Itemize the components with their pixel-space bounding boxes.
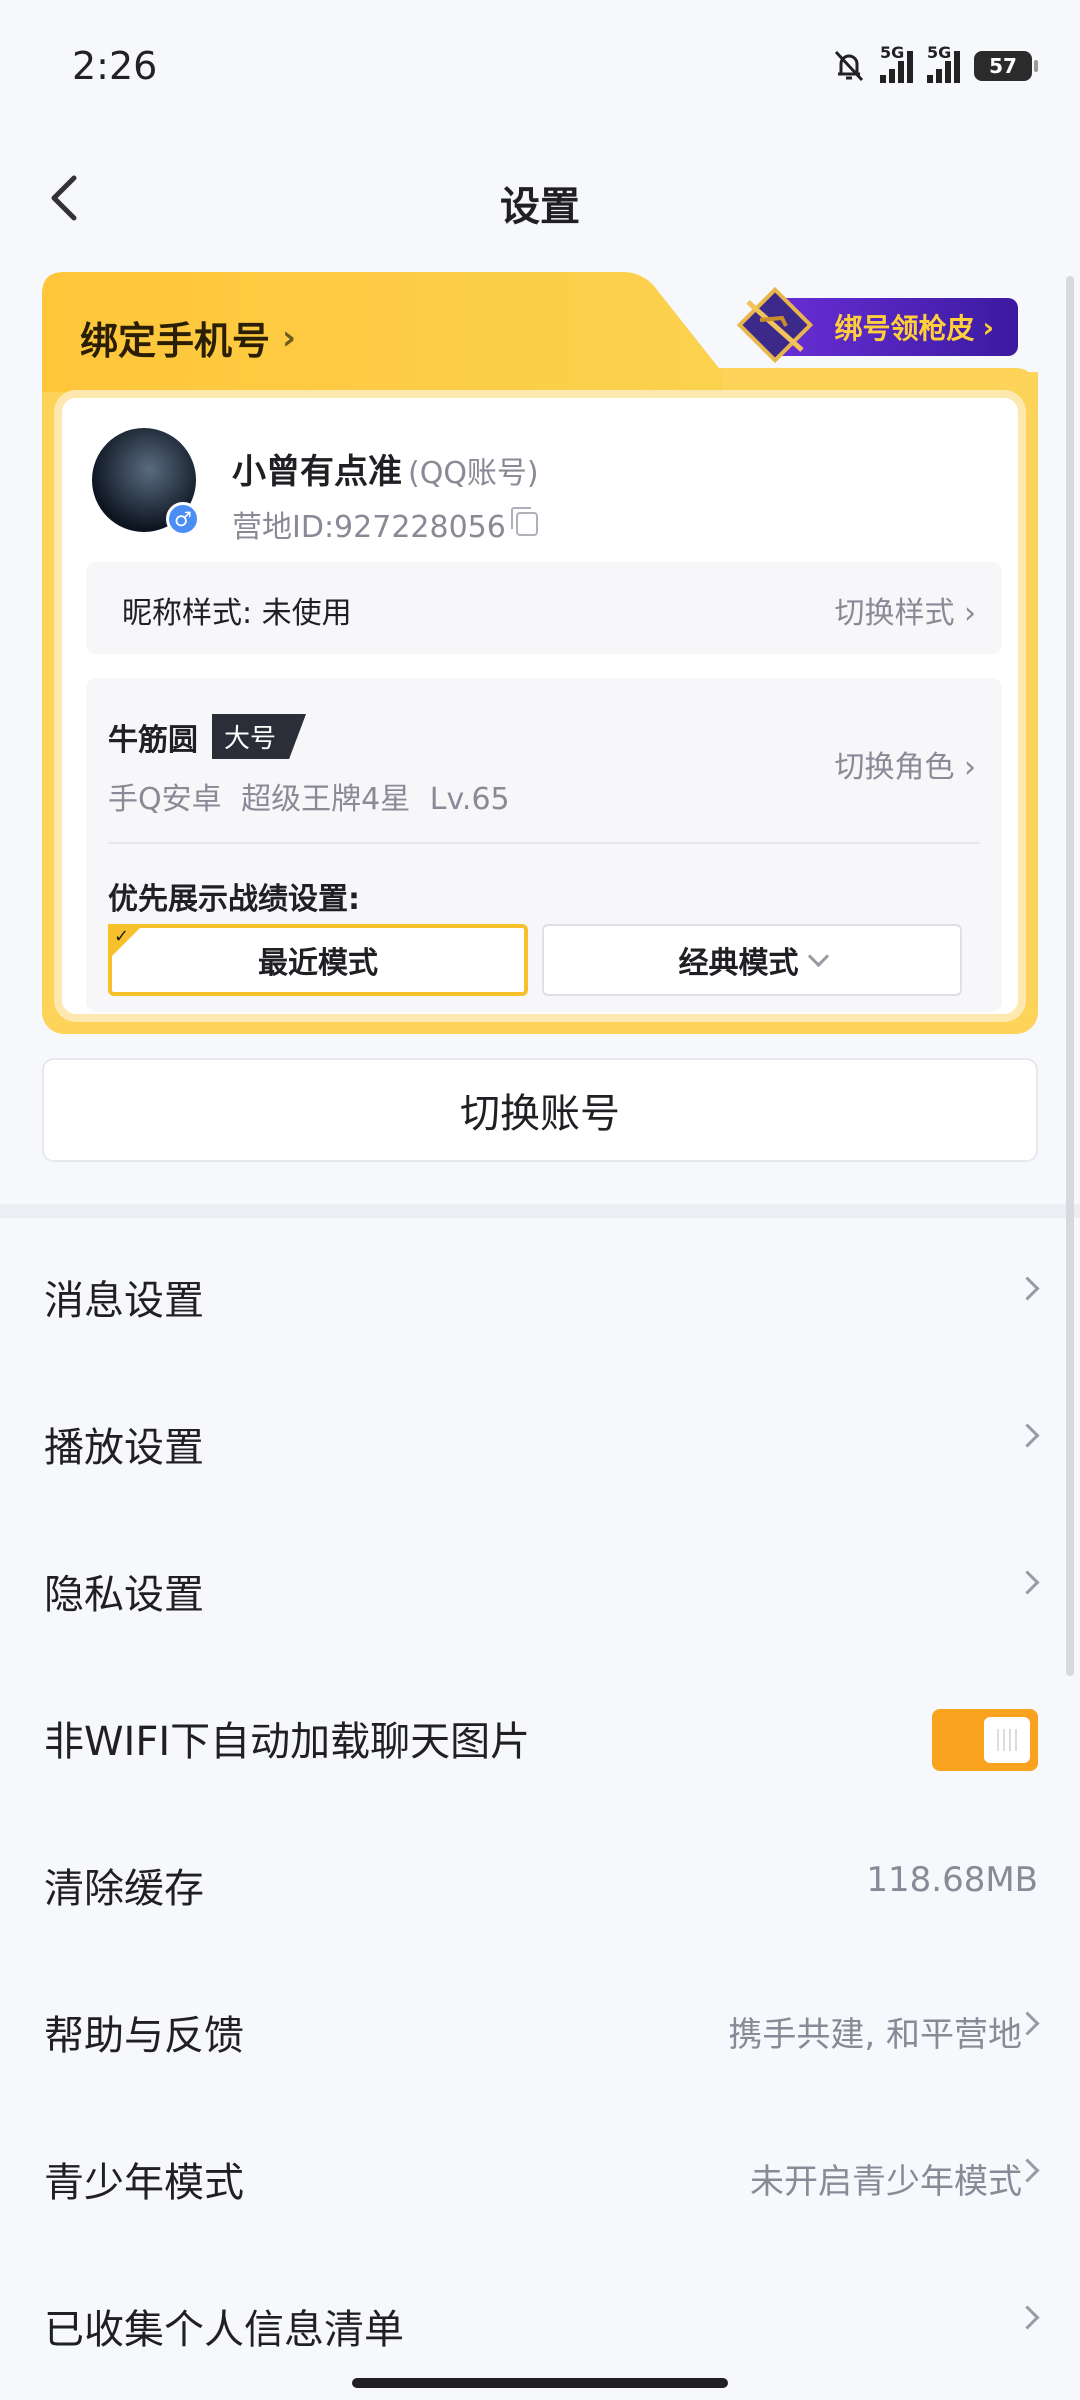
chevron-right-icon xyxy=(1015,1423,1040,1448)
signal-icon: 5G xyxy=(927,43,960,83)
chevron-down-icon xyxy=(807,945,829,967)
status-bar: 2:26 5G 5G 57 xyxy=(0,0,1080,140)
role-meta: 手Q安卓 超级王牌4星 Lv.65 xyxy=(108,782,510,817)
nav-bar: 设置 xyxy=(0,150,1080,250)
auto-load-toggle[interactable] xyxy=(932,1709,1038,1771)
settings-item-privacy[interactable]: 隐私设置 xyxy=(0,1512,1080,1659)
status-icons: 5G 5G 57 xyxy=(832,43,1038,88)
user-nickname: 小曾有点准 (QQ账号) xyxy=(232,452,539,492)
switch-style-link[interactable]: 切换样式 › xyxy=(834,588,976,632)
settings-item-personal-info-list[interactable]: 已收集个人信息清单 xyxy=(0,2247,1080,2394)
signal-icon: 5G xyxy=(880,43,913,83)
battery-icon: 57 xyxy=(974,51,1038,81)
chevron-right-icon: › xyxy=(982,310,994,344)
switch-role-link[interactable]: 切换角色 › xyxy=(834,742,976,786)
card-body: ♂ 小曾有点准 (QQ账号) 营地ID:927228056 昵称样式: 未使用 切… xyxy=(54,390,1026,1022)
check-icon: ✓ xyxy=(114,926,130,947)
toggle-knob xyxy=(984,1717,1030,1763)
settings-item-auto-load-images: 非WIFI下自动加载聊天图片 xyxy=(0,1659,1080,1806)
settings-item-clear-cache[interactable]: 清除缓存 118.68MB xyxy=(0,1806,1080,1953)
role-section: 牛筋圆 大号 手Q安卓 超级王牌4星 Lv.65 切换角色 › 优先展示战绩设置… xyxy=(86,678,1002,1012)
switch-account-button[interactable]: 切换账号 xyxy=(42,1058,1038,1162)
recent-mode-button[interactable]: ✓ 最近模式 xyxy=(108,924,528,996)
scrollbar[interactable] xyxy=(1066,276,1074,1676)
section-separator xyxy=(0,1204,1080,1218)
settings-item-message[interactable]: 消息设置 xyxy=(0,1218,1080,1365)
nickname-style-row[interactable]: 昵称样式: 未使用 切换样式 › xyxy=(86,562,1002,654)
settings-item-help-feedback[interactable]: 帮助与反馈 携手共建, 和平营地 xyxy=(0,1953,1080,2100)
male-icon: ♂ xyxy=(166,502,200,536)
chevron-right-icon xyxy=(1015,1276,1040,1301)
status-time: 2:26 xyxy=(72,44,158,88)
bind-phone-button[interactable]: 绑定手机号 › xyxy=(80,310,296,365)
classic-mode-dropdown[interactable]: 经典模式 xyxy=(542,924,962,996)
record-display-label: 优先展示战绩设置: xyxy=(108,882,360,917)
profile-card: 绑定手机号 › 绑号领枪皮 › ♂ 小曾有点准 (QQ账号) 营地ID:92722… xyxy=(42,272,1038,1034)
home-indicator[interactable] xyxy=(352,2378,728,2388)
page-title: 设置 xyxy=(500,184,580,230)
chevron-right-icon xyxy=(1015,2305,1040,2330)
camp-id: 营地ID:927228056 xyxy=(232,502,538,546)
chevron-right-icon: › xyxy=(282,317,297,358)
cache-size: 118.68MB xyxy=(866,1860,1038,1900)
avatar[interactable]: ♂ xyxy=(92,428,200,536)
divider xyxy=(108,842,980,844)
settings-item-playback[interactable]: 播放设置 xyxy=(0,1365,1080,1512)
copy-icon[interactable] xyxy=(510,507,538,536)
main-account-badge: 大号 xyxy=(212,714,307,759)
gun-skin-icon xyxy=(736,286,814,364)
role-name: 牛筋圆 大号 xyxy=(108,714,307,759)
settings-item-youth-mode[interactable]: 青少年模式 未开启青少年模式 xyxy=(0,2100,1080,2247)
chevron-right-icon xyxy=(1015,1570,1040,1595)
mute-bell-icon xyxy=(834,50,864,82)
